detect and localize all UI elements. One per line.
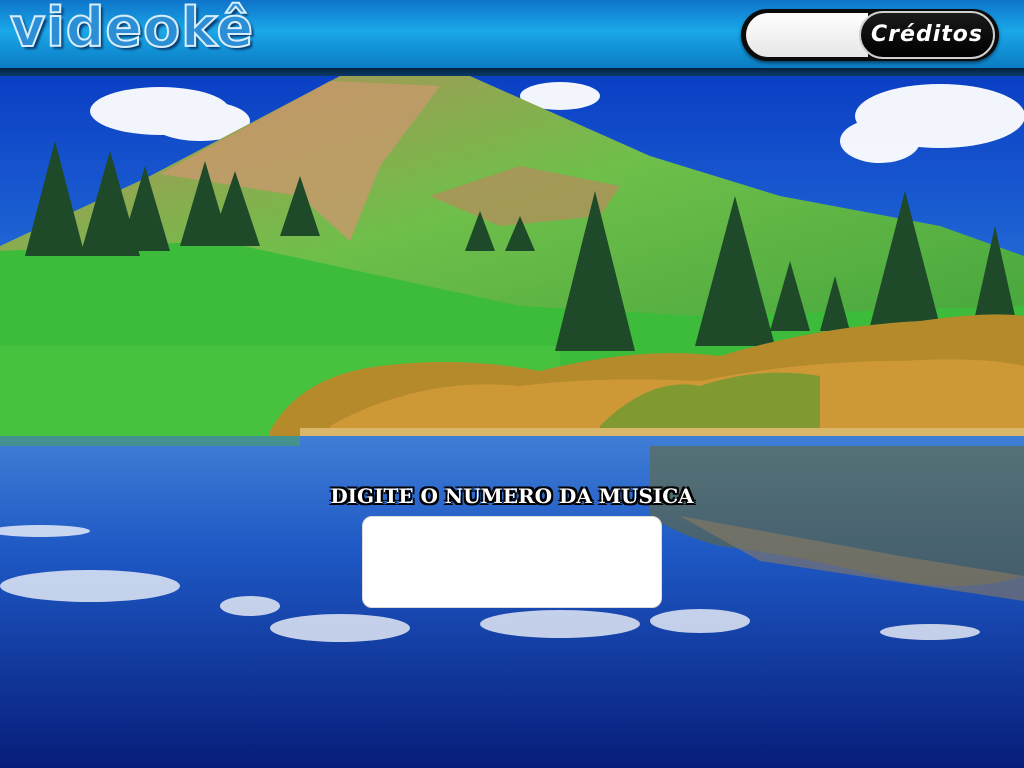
videoke-logo: videokê	[9, 0, 255, 60]
credits-display	[746, 13, 868, 57]
background-landscape	[0, 76, 1024, 768]
song-number-prompt: DIGITE O NUMERO DA MUSICA	[330, 484, 694, 508]
credits-panel: Créditos	[741, 9, 999, 61]
header-divider	[0, 68, 1024, 76]
header-bar: videokê Créditos	[0, 0, 1024, 68]
credits-button[interactable]: Créditos	[859, 11, 995, 59]
song-number-input[interactable]	[362, 516, 662, 608]
